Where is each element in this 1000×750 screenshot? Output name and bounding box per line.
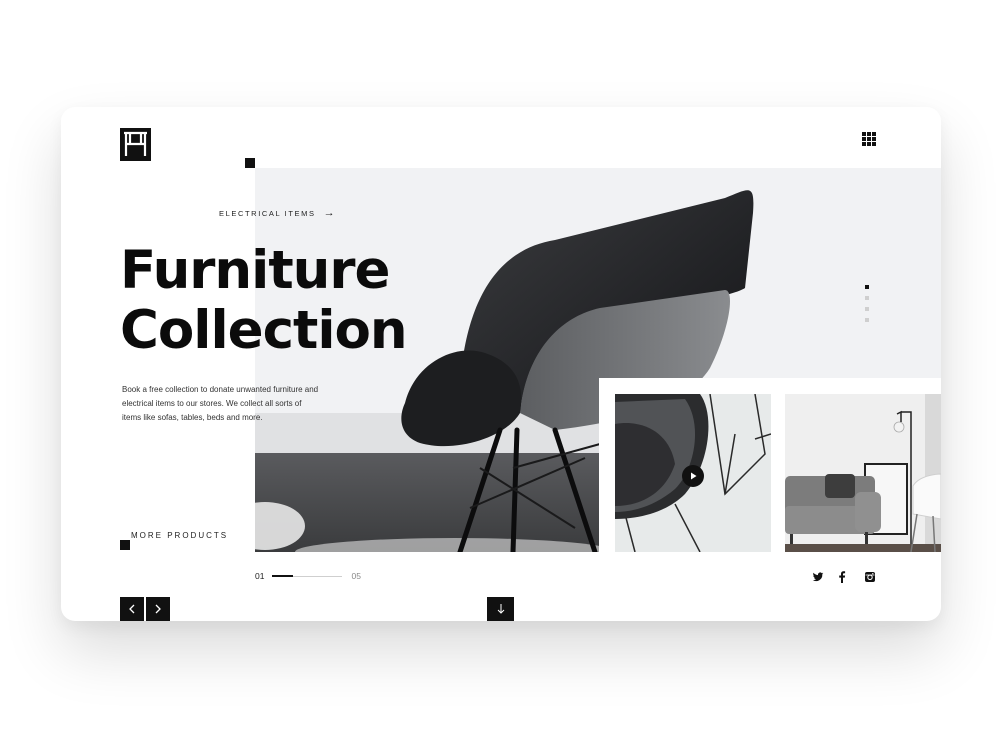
title-line-1: Furniture: [120, 240, 390, 301]
slide-dot[interactable]: [865, 285, 869, 289]
decor-square-bottom: [120, 540, 130, 550]
arrow-down-icon: [497, 604, 504, 614]
play-video-button[interactable]: [682, 465, 704, 487]
chevron-right-icon: [155, 604, 161, 614]
scroll-down-button[interactable]: [487, 597, 514, 621]
thumbnail-panel: [599, 378, 941, 553]
chair-video-thumbnail[interactable]: [615, 394, 771, 552]
slide-dot[interactable]: [865, 318, 869, 322]
category-link[interactable]: ELECTRICAL ITEMS →: [219, 207, 335, 219]
hero-card: ELECTRICAL ITEMS → Furniture Collection …: [61, 107, 941, 621]
grid-menu-icon[interactable]: [862, 132, 876, 146]
twitter-icon[interactable]: [812, 571, 824, 583]
slide-pager: 01 05: [255, 571, 361, 581]
category-label: ELECTRICAL ITEMS: [219, 208, 316, 218]
arrow-right-icon: →: [323, 207, 335, 219]
pager-progress-track: [272, 575, 343, 577]
play-icon: [691, 472, 697, 480]
title-line-2: Collection: [120, 300, 408, 361]
more-products-link[interactable]: MORE PRODUCTS: [131, 531, 228, 540]
pager-progress-fill: [272, 575, 294, 577]
slide-dot[interactable]: [865, 296, 869, 300]
facebook-icon[interactable]: [836, 571, 848, 583]
slide-dot[interactable]: [865, 307, 869, 311]
pager-total: 05: [351, 571, 361, 581]
chair-logo[interactable]: [120, 128, 151, 161]
chevron-left-icon: [129, 604, 135, 614]
previous-button[interactable]: [120, 597, 144, 621]
decor-square-top: [245, 158, 255, 168]
pager-current: 01: [255, 571, 265, 581]
slide-dots: [865, 285, 870, 329]
instagram-icon[interactable]: [864, 571, 876, 583]
page-title: Furniture Collection: [120, 240, 408, 361]
living-room-thumbnail[interactable]: [785, 394, 941, 552]
next-button[interactable]: [146, 597, 170, 621]
hero-description: Book a free collection to donate unwante…: [122, 385, 319, 422]
